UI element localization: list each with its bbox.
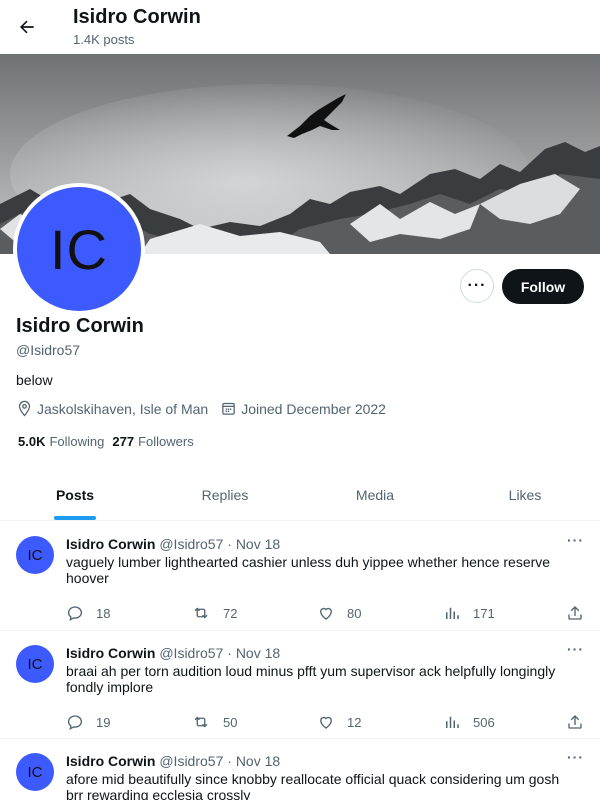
tweet-actions: 18 72 80 171 bbox=[66, 604, 586, 624]
tweet-avatar[interactable]: IC bbox=[16, 645, 54, 683]
tweet-author-handle: @Isidro57 bbox=[159, 536, 224, 552]
retweet-icon bbox=[194, 716, 208, 728]
tweet-avatar[interactable]: IC bbox=[16, 536, 54, 574]
views-button[interactable]: 506 bbox=[443, 713, 495, 731]
following-label: Following bbox=[49, 434, 105, 449]
reply-button[interactable]: 18 bbox=[66, 604, 110, 622]
follow-counts: 5.0K Following 277 Followers bbox=[18, 434, 202, 449]
reply-icon bbox=[67, 715, 83, 731]
followers-count: 277 bbox=[112, 434, 135, 449]
tweet-author-name[interactable]: Isidro Corwin bbox=[66, 536, 155, 552]
follow-button[interactable]: Follow bbox=[502, 269, 584, 304]
header-post-count: 1.4K posts bbox=[73, 32, 135, 47]
more-options-button[interactable]: ··· bbox=[460, 269, 494, 303]
tweet-more-button[interactable]: ··· bbox=[567, 641, 584, 657]
tweet-author-name[interactable]: Isidro Corwin bbox=[66, 645, 155, 661]
profile-location: Jaskolskihaven, Isle of Man bbox=[16, 400, 208, 417]
tweet-header: Isidro Corwin @Isidro57 · Nov 18 bbox=[66, 753, 280, 769]
location-text: Jaskolskihaven, Isle of Man bbox=[37, 400, 209, 417]
avatar-initials: IC bbox=[17, 187, 141, 311]
tab-likes[interactable]: Likes bbox=[450, 470, 600, 520]
share-icon bbox=[568, 606, 582, 620]
tweet-more-button[interactable]: ··· bbox=[567, 532, 584, 548]
following-count: 5.0K bbox=[18, 434, 46, 449]
heart-icon bbox=[320, 716, 332, 729]
followers-link[interactable]: 277 Followers bbox=[112, 434, 193, 449]
retweet-button[interactable]: 72 bbox=[191, 604, 237, 622]
profile-name: Isidro Corwin bbox=[16, 315, 144, 337]
reply-icon bbox=[67, 606, 83, 622]
calendar-icon bbox=[222, 402, 236, 415]
tweet-author-handle: @Isidro57 bbox=[159, 645, 224, 661]
like-button[interactable]: 12 bbox=[317, 713, 361, 731]
reply-count: 18 bbox=[96, 605, 111, 621]
tweet[interactable]: IC Isidro Corwin @Isidro57 · Nov 18 ··· … bbox=[0, 631, 600, 739]
heart-icon bbox=[320, 607, 332, 620]
share-button[interactable] bbox=[566, 604, 596, 622]
tweet-text: afore mid beautifully since knobby reall… bbox=[66, 771, 560, 800]
tab-media[interactable]: Media bbox=[300, 470, 450, 520]
tweet-text: vaguely lumber lighthearted cashier unle… bbox=[66, 554, 551, 586]
header-title: Isidro Corwin bbox=[73, 6, 201, 28]
view-count: 171 bbox=[473, 605, 495, 621]
reply-count: 19 bbox=[96, 714, 111, 730]
tweet-author-handle: @Isidro57 bbox=[159, 753, 224, 769]
tweet-author-name[interactable]: Isidro Corwin bbox=[66, 753, 155, 769]
bar-chart-icon bbox=[446, 607, 459, 619]
profile-joined: Joined December 2022 bbox=[220, 400, 386, 417]
like-count: 12 bbox=[347, 714, 362, 730]
reply-button[interactable]: 19 bbox=[66, 713, 110, 731]
view-count: 506 bbox=[473, 714, 495, 730]
tweet-date[interactable]: · Nov 18 bbox=[227, 645, 280, 661]
back-button[interactable] bbox=[10, 10, 44, 44]
views-button[interactable]: 171 bbox=[443, 604, 495, 622]
profile-bio: below bbox=[16, 372, 53, 388]
retweet-icon bbox=[194, 607, 208, 619]
tweet-date[interactable]: · Nov 18 bbox=[227, 536, 280, 552]
profile-meta: Jaskolskihaven, Isle of Man Joined Decem… bbox=[16, 400, 398, 417]
joined-text: Joined December 2022 bbox=[241, 400, 386, 417]
tweet-text: braai ah per torn audition loud minus pf… bbox=[66, 663, 556, 695]
tweet[interactable]: IC Isidro Corwin @Isidro57 · Nov 18 ··· … bbox=[0, 739, 600, 800]
followers-label: Followers bbox=[138, 434, 194, 449]
like-count: 80 bbox=[347, 605, 362, 621]
profile-tabs: Posts Replies Media Likes bbox=[0, 470, 600, 521]
share-icon bbox=[568, 715, 582, 729]
tweet-date[interactable]: · Nov 18 bbox=[227, 753, 280, 769]
bar-chart-icon bbox=[446, 716, 459, 728]
retweet-button[interactable]: 50 bbox=[191, 713, 237, 731]
tab-replies[interactable]: Replies bbox=[150, 470, 300, 520]
tab-posts[interactable]: Posts bbox=[0, 470, 150, 520]
more-horizontal-icon: ··· bbox=[467, 277, 487, 294]
share-button[interactable] bbox=[566, 713, 596, 731]
tweet-header: Isidro Corwin @Isidro57 · Nov 18 bbox=[66, 536, 280, 552]
tweet-more-button[interactable]: ··· bbox=[567, 749, 584, 765]
profile-handle: @Isidro57 bbox=[16, 342, 81, 358]
following-link[interactable]: 5.0K Following bbox=[18, 434, 104, 449]
retweet-count: 72 bbox=[223, 605, 238, 621]
profile-avatar[interactable]: IC bbox=[13, 183, 145, 315]
tweet[interactable]: IC Isidro Corwin @Isidro57 · Nov 18 ··· … bbox=[0, 522, 600, 631]
top-bar: Isidro Corwin 1.4K posts bbox=[0, 0, 600, 54]
tweet-avatar[interactable]: IC bbox=[16, 753, 54, 791]
tweet-actions: 19 50 12 506 bbox=[66, 713, 586, 733]
arrow-left-icon bbox=[20, 20, 34, 34]
retweet-count: 50 bbox=[223, 714, 238, 730]
tweet-header: Isidro Corwin @Isidro57 · Nov 18 bbox=[66, 645, 280, 661]
like-button[interactable]: 80 bbox=[317, 604, 361, 622]
location-pin-icon bbox=[18, 400, 31, 417]
